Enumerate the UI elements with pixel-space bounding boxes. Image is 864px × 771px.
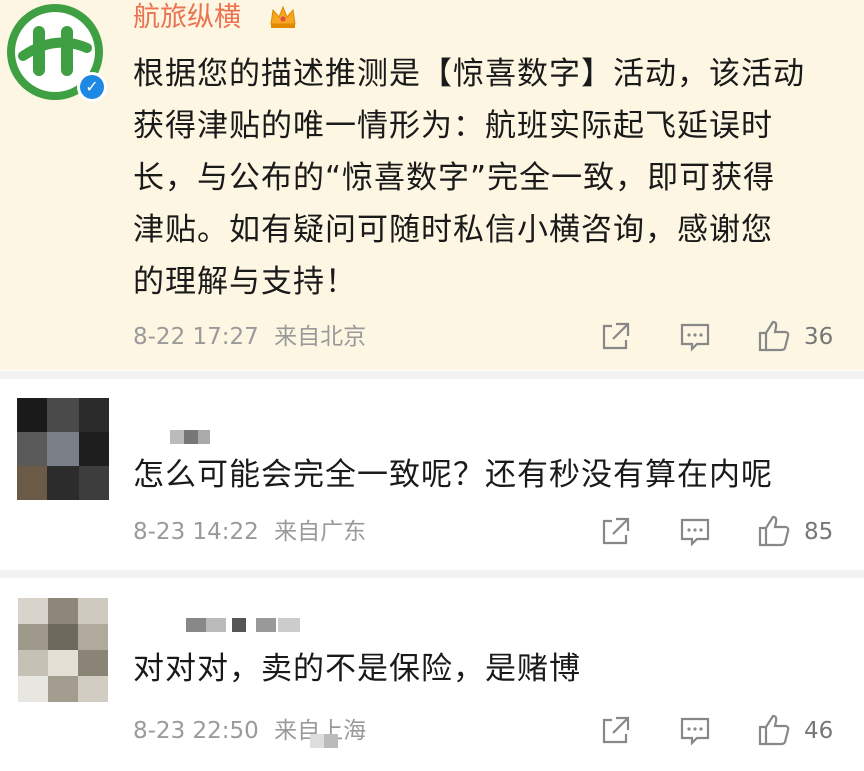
share-icon[interactable] xyxy=(598,515,632,549)
comment-text-line: 的理解与支持！ xyxy=(133,264,357,300)
divider xyxy=(0,570,864,578)
divider xyxy=(0,371,864,379)
comment-username[interactable]: 航旅纵横 xyxy=(133,0,241,36)
comment-text-line: 对对对，卖的不是保险，是赌博 xyxy=(133,651,581,687)
comment-time: 8-23 14:22 xyxy=(133,519,259,545)
watermark-blur-icon xyxy=(310,734,338,748)
comment-text-line: 长，与公布的“惊喜数字”完全一致，即可获得 xyxy=(133,160,776,196)
comment-icon[interactable] xyxy=(678,320,712,354)
comment-item: 对对对，卖的不是保险，是赌博 8-23 22:50 来自上海 46 xyxy=(0,578,864,771)
avatar[interactable]: ✓ xyxy=(7,4,107,102)
pixelated-avatar-icon[interactable] xyxy=(18,598,108,702)
comment-text-line: 津贴。如有疑问可随时私信小横咨询，感谢您 xyxy=(133,212,773,248)
comment-location: 来自广东 xyxy=(274,519,367,545)
username-blur-icon xyxy=(170,430,210,444)
verified-badge-icon: ✓ xyxy=(77,72,107,102)
crown-icon xyxy=(270,5,296,28)
like-icon[interactable] xyxy=(756,318,792,354)
share-icon[interactable] xyxy=(598,714,632,748)
share-icon[interactable] xyxy=(598,320,632,354)
username-blur-icon xyxy=(186,618,300,632)
comment-item-official: ✓ 航旅纵横 根据您的描述推测是【惊喜数字】活动，该活动 获得津贴的唯一情形为：… xyxy=(0,0,864,370)
comment-location: 来自北京 xyxy=(274,324,367,350)
comment-meta: 8-22 17:27 来自北京 xyxy=(133,322,366,352)
comment-time: 8-22 17:27 xyxy=(133,324,259,350)
comment-text-line: 获得津贴的唯一情形为：航班实际起飞延误时 xyxy=(133,108,773,144)
pixelated-avatar-icon[interactable] xyxy=(17,398,109,500)
like-count: 85 xyxy=(804,519,834,545)
like-icon[interactable] xyxy=(756,513,792,549)
like-icon[interactable] xyxy=(756,712,792,748)
like-count: 36 xyxy=(804,324,834,350)
like-count: 46 xyxy=(804,718,834,744)
comment-meta: 8-23 14:22 来自广东 xyxy=(133,517,366,547)
comment-icon[interactable] xyxy=(678,714,712,748)
comment-icon[interactable] xyxy=(678,515,712,549)
comment-item: 怎么可能会完全一致呢？还有秒没有算在内呢 8-23 14:22 来自广东 85 xyxy=(0,380,864,570)
comment-time: 8-23 22:50 xyxy=(133,718,259,744)
comment-text-line: 根据您的描述推测是【惊喜数字】活动，该活动 xyxy=(133,56,805,92)
comment-text-line: 怎么可能会完全一致呢？还有秒没有算在内呢 xyxy=(133,457,773,493)
